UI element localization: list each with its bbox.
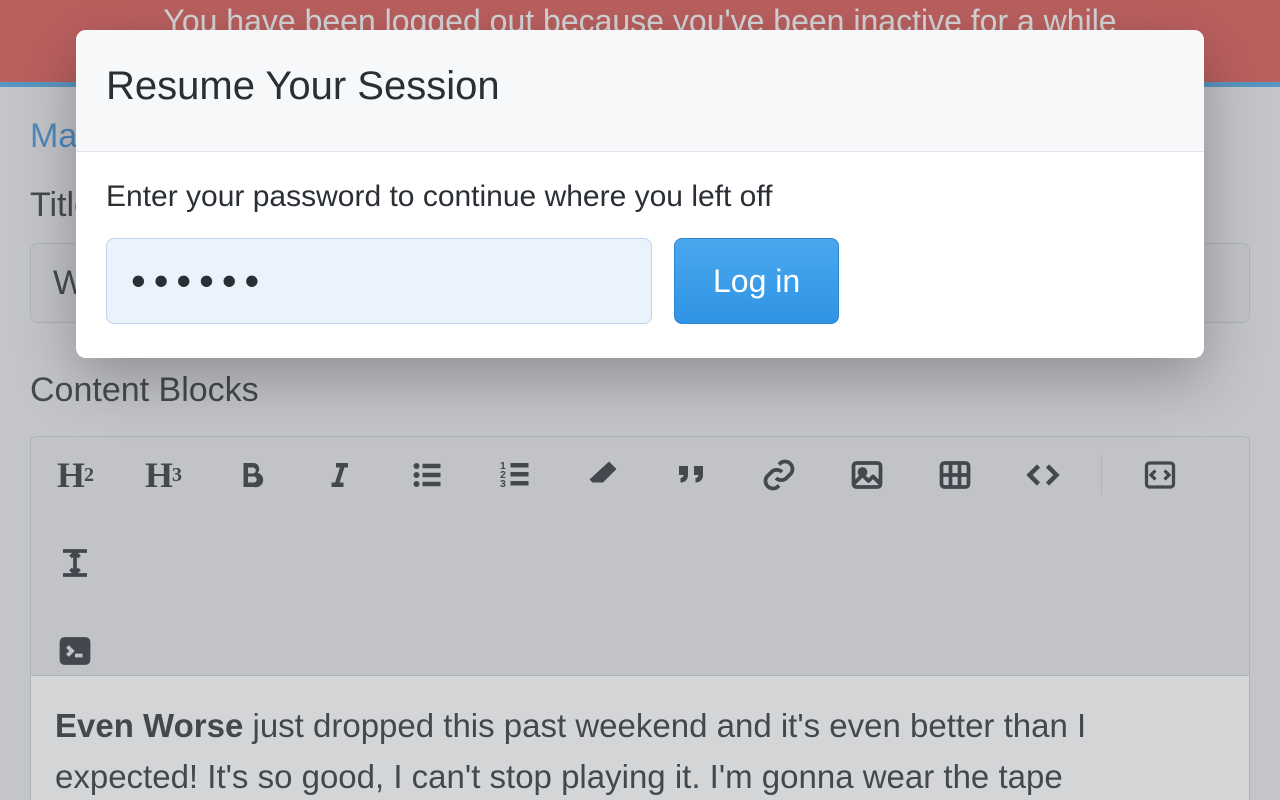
modal-instruction: Enter your password to continue where yo… xyxy=(106,180,1174,214)
password-input[interactable] xyxy=(106,238,652,324)
modal-body: Enter your password to continue where yo… xyxy=(76,152,1204,358)
resume-session-modal: Resume Your Session Enter your password … xyxy=(76,30,1204,358)
modal-title: Resume Your Session xyxy=(106,64,1174,109)
modal-header: Resume Your Session xyxy=(76,30,1204,152)
login-form: Log in xyxy=(106,238,1174,324)
login-button[interactable]: Log in xyxy=(674,238,839,324)
